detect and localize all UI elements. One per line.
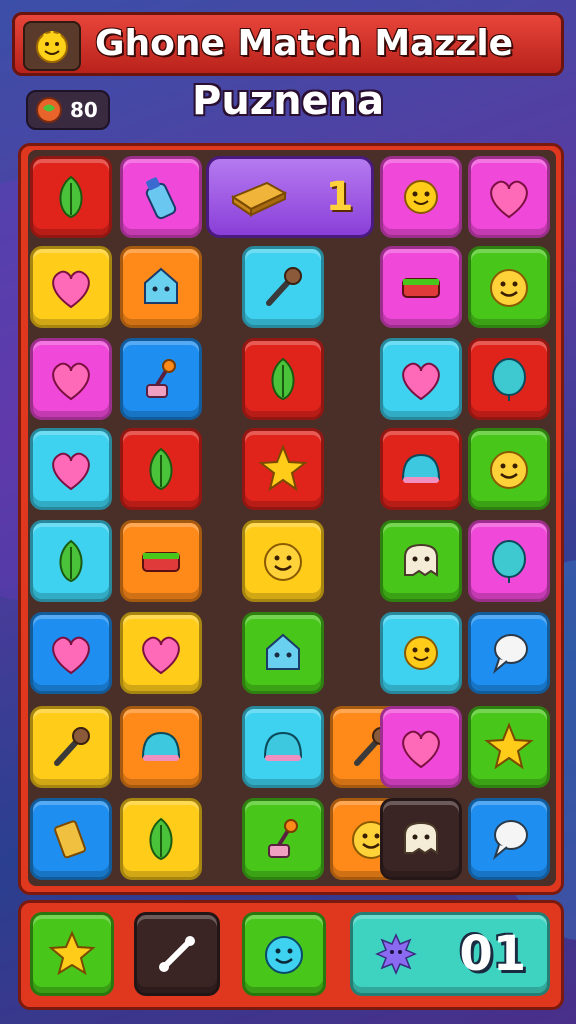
coin-icon	[36, 97, 62, 123]
board-tile[interactable]	[380, 428, 462, 510]
jelly-icon	[263, 731, 303, 761]
board-tile[interactable]	[30, 246, 112, 328]
game-subtitle: Puznena	[192, 78, 385, 124]
star-powerup-button[interactable]	[30, 912, 114, 996]
face-icon	[264, 543, 302, 581]
board-tile[interactable]	[30, 612, 112, 694]
board-tile[interactable]	[468, 428, 550, 510]
board-tile[interactable]	[30, 338, 112, 420]
coin-count: 80	[70, 98, 98, 122]
score-value: 01	[459, 926, 527, 982]
candy-box-icon	[402, 278, 440, 298]
board-tile[interactable]	[30, 428, 112, 510]
leaf-icon	[59, 175, 83, 219]
heart-icon	[52, 452, 90, 491]
board-tile[interactable]	[468, 156, 550, 238]
microphone-icon	[54, 727, 90, 766]
board-tile[interactable]	[242, 520, 324, 602]
jelly-icon	[401, 453, 441, 483]
candy-box-icon	[142, 552, 180, 572]
leaf-icon	[149, 447, 173, 491]
board-tile[interactable]	[468, 338, 550, 420]
face-icon	[490, 269, 528, 307]
sun-face-icon	[374, 933, 417, 975]
house-blob-icon	[144, 267, 178, 304]
joystick-icon	[268, 819, 298, 858]
board-tile[interactable]	[468, 706, 550, 788]
joystick-icon	[146, 359, 176, 398]
board-tile[interactable]	[30, 706, 112, 788]
board-tile[interactable]	[380, 706, 462, 788]
jelly-icon	[141, 731, 181, 761]
balloon-icon	[492, 358, 526, 401]
board-tile[interactable]	[468, 798, 550, 880]
board-tile[interactable]	[120, 428, 202, 510]
heart-icon	[402, 730, 440, 769]
title-bar: Ghone Match Mazzle	[12, 12, 564, 76]
sun-face-icon	[404, 636, 438, 670]
game-logo	[23, 21, 81, 71]
board-tile[interactable]	[380, 612, 462, 694]
speech-bubble-icon	[492, 820, 528, 861]
board-tile[interactable]	[468, 520, 550, 602]
board-tile[interactable]	[242, 612, 324, 694]
board-tile[interactable]	[380, 520, 462, 602]
star-icon	[258, 444, 308, 492]
board-tile[interactable]	[30, 798, 112, 880]
bone-powerup-button[interactable]	[134, 912, 220, 996]
board-tile[interactable]	[120, 706, 202, 788]
leaf-icon	[59, 539, 83, 583]
sun-face-icon	[404, 180, 438, 214]
board-tile[interactable]	[30, 156, 112, 238]
coin-counter[interactable]: 80	[26, 90, 110, 130]
smiley-logo-icon	[36, 31, 68, 63]
board-tile[interactable]	[120, 520, 202, 602]
level-banner[interactable]: 1	[206, 156, 374, 238]
bottle-icon	[145, 177, 177, 220]
bone-icon	[159, 936, 195, 972]
board-tile[interactable]	[242, 798, 324, 880]
heart-icon	[402, 362, 440, 401]
board-tile[interactable]	[242, 428, 324, 510]
banner-count: 1	[325, 174, 354, 220]
leaf-icon	[271, 357, 295, 401]
board-tile[interactable]	[120, 798, 202, 880]
heart-icon	[490, 180, 528, 219]
leaf-icon	[149, 817, 173, 861]
chocolate-bar-icon	[230, 181, 287, 217]
face-powerup-button[interactable]	[242, 912, 326, 996]
board-tile[interactable]	[120, 338, 202, 420]
chocolate-icon	[54, 820, 87, 859]
board-tile[interactable]	[120, 246, 202, 328]
speech-bubble-icon	[492, 634, 528, 675]
board-tile[interactable]	[468, 612, 550, 694]
score-panel: 01	[350, 912, 550, 996]
board-tile[interactable]	[380, 338, 462, 420]
microphone-icon	[266, 267, 302, 306]
board-tile[interactable]	[242, 246, 324, 328]
board-tile[interactable]	[120, 612, 202, 694]
board-tile[interactable]	[242, 706, 324, 788]
board-tile[interactable]	[380, 798, 462, 880]
board-tile[interactable]	[30, 520, 112, 602]
board-tile[interactable]	[242, 338, 324, 420]
ghost-icon	[404, 821, 438, 855]
star-icon	[48, 930, 96, 976]
board-tile[interactable]	[468, 246, 550, 328]
board-tile[interactable]	[380, 246, 462, 328]
face-icon	[490, 451, 528, 489]
ghost-icon	[404, 543, 438, 577]
heart-icon	[52, 270, 90, 309]
heart-icon	[52, 636, 90, 675]
face-icon	[265, 936, 303, 974]
balloon-icon	[492, 540, 526, 583]
heart-icon	[142, 636, 180, 675]
star-icon	[484, 722, 534, 770]
heart-icon	[52, 362, 90, 401]
board-tile[interactable]	[380, 156, 462, 238]
game-title: Ghone Match Mazzle	[95, 23, 514, 64]
house-blob-icon	[266, 633, 300, 670]
board-tile[interactable]	[120, 156, 202, 238]
